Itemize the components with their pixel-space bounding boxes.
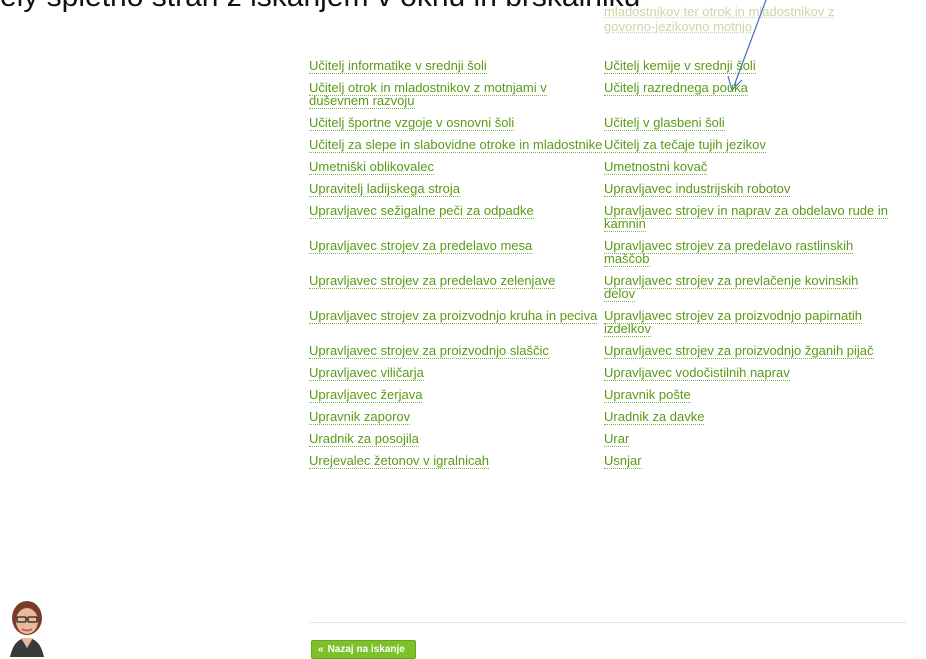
list-item: Upravljavec strojev za predelavo mesa	[309, 238, 604, 254]
occupation-link[interactable]: Usnjar	[604, 453, 642, 469]
list-item: Upravnik pošte	[604, 387, 889, 403]
table-row: Učitelj športne vzgoje v osnovni šoli Uči…	[309, 115, 909, 131]
table-row: Urejevalec žetonov v igralnicah Usnjar	[309, 453, 909, 469]
occupation-link[interactable]: Upravljavec vodočistilnih naprav	[604, 365, 790, 381]
table-row: Upravljavec strojev za predelavo mesa Upr…	[309, 238, 909, 267]
list-item: Urar	[604, 431, 889, 447]
occupation-link[interactable]: Urar	[604, 431, 630, 447]
list-item: Upravljavec strojev za predelavo zelenja…	[309, 273, 604, 289]
occupation-link[interactable]: Upravitelj ladijskega stroja	[309, 181, 461, 197]
table-row: Upravljavec viličarja Upravljavec vodočis…	[309, 365, 909, 381]
table-row: Upravitelj ladijskega stroja Upravljavec …	[309, 181, 909, 197]
occupation-list: Učitelj informatike v srednji šoli Učitel…	[309, 58, 909, 476]
list-item: Učitelj informatike v srednji šoli	[309, 58, 604, 74]
table-row: Uradnik za posojila Urar	[309, 431, 909, 447]
list-item: Umetnostni kovač	[604, 159, 889, 175]
occupation-link[interactable]: Učitelj otrok in mladostnikov z motnjami…	[309, 80, 547, 109]
double-chevron-left-icon: «	[318, 644, 324, 655]
occupation-link[interactable]: Umetniški oblikovalec	[309, 159, 434, 175]
list-item: Učitelj za slepe in slabovidne otroke in…	[309, 137, 604, 153]
list-item: Upravljavec strojev in naprav za obdelav…	[604, 203, 889, 232]
list-item: Učitelj razrednega pouka	[604, 80, 889, 96]
list-item: Upravljavec strojev za predelavo rastlin…	[604, 238, 889, 267]
list-item: Učitelj otrok in mladostnikov z motnjami…	[309, 80, 604, 109]
table-row: Upravljavec strojev za predelavo zelenja…	[309, 273, 909, 302]
occupation-link[interactable]: Upravljavec žerjava	[309, 387, 423, 403]
table-row: Učitelj za slepe in slabovidne otroke in…	[309, 137, 909, 153]
list-item: Upravitelj ladijskega stroja	[309, 181, 604, 197]
table-row: Učitelj otrok in mladostnikov z motnjami…	[309, 80, 909, 109]
list-item: Urejevalec žetonov v igralnicah	[309, 453, 604, 469]
list-item: Upravljavec žerjava	[309, 387, 604, 403]
occupation-link[interactable]: Upravljavec strojev za prevlačenje kovin…	[604, 273, 859, 302]
list-item: Učitelj v glasbeni šoli	[604, 115, 889, 131]
occupation-link[interactable]: Upravljavec strojev za predelavo zelenja…	[309, 273, 556, 289]
table-row: Umetniški oblikovalec Umetnostni kovač	[309, 159, 909, 175]
list-item: Upravljavec strojev za proizvodnjo žgani…	[604, 343, 889, 359]
table-row: Upravljavec sežigalne peči za odpadke Upr…	[309, 203, 909, 232]
occupation-link[interactable]: Upravljavec strojev za proizvodnjo kruha…	[309, 308, 598, 324]
list-item: Upravnik zaporov	[309, 409, 604, 425]
list-item: Upravljavec strojev za proizvodnjo kruha…	[309, 308, 604, 324]
list-item: Učitelj kemije v srednji šoli	[604, 58, 889, 74]
occupation-link[interactable]: Upravljavec strojev za proizvodnjo žgani…	[604, 343, 874, 359]
occupation-link[interactable]: Učitelj v glasbeni šoli	[604, 115, 725, 131]
occupation-link[interactable]: Umetnostni kovač	[604, 159, 708, 175]
table-row: Upravnik zaporov Uradnik za davke	[309, 409, 909, 425]
occupation-link[interactable]: Upravljavec strojev za predelavo mesa	[309, 238, 533, 254]
occupation-link[interactable]: Upravljavec sežigalne peči za odpadke	[309, 203, 534, 219]
occupation-link[interactable]: Učitelj za tečaje tujih jezikov	[604, 137, 766, 153]
occupation-link[interactable]: Upravljavec strojev in naprav za obdelav…	[604, 203, 888, 232]
list-item: Upravljavec viličarja	[309, 365, 604, 381]
table-row: Upravljavec strojev za proizvodnjo kruha…	[309, 308, 909, 337]
occupation-link[interactable]: Uradnik za posojila	[309, 431, 419, 447]
occupation-link[interactable]: Uradnik za davke	[604, 409, 705, 425]
list-item: Upravljavec strojev za prevlačenje kovin…	[604, 273, 889, 302]
table-row: Upravljavec strojev za proizvodnjo slašč…	[309, 343, 909, 359]
list-item: Upravljavec strojev za proizvodnjo papir…	[604, 308, 889, 337]
back-to-search-button[interactable]: « Nazaj na iskanje	[311, 640, 416, 659]
occupation-link[interactable]: Upravljavec strojev za proizvodnjo slašč…	[309, 343, 549, 359]
list-item: Upravljavec sežigalne peči za odpadke	[309, 203, 604, 219]
occupation-link[interactable]: Upravljavec strojev za proizvodnjo papir…	[604, 308, 862, 337]
divider	[309, 622, 906, 623]
occupation-link[interactable]: Urejevalec žetonov v igralnicah	[309, 453, 489, 469]
list-item: Uradnik za davke	[604, 409, 889, 425]
occupation-link[interactable]: Učitelj športne vzgoje v osnovni šoli	[309, 115, 515, 131]
occupation-link[interactable]: Upravnik pošte	[604, 387, 691, 403]
back-button-label: Nazaj na iskanje	[327, 644, 405, 655]
occupation-link[interactable]: Upravnik zaporov	[309, 409, 411, 425]
occupation-link[interactable]: Učitelj informatike v srednji šoli	[309, 58, 487, 74]
list-item: Umetniški oblikovalec	[309, 159, 604, 175]
list-item: Upravljavec strojev za proizvodnjo slašč…	[309, 343, 604, 359]
occupation-link[interactable]: Učitelj razrednega pouka	[604, 80, 748, 96]
occupation-link[interactable]: Učitelj kemije v srednji šoli	[604, 58, 756, 74]
list-item: Upravljavec vodočistilnih naprav	[604, 365, 889, 381]
occupation-link[interactable]: Upravljavec industrijskih robotov	[604, 181, 791, 197]
table-row: Upravljavec žerjava Upravnik pošte	[309, 387, 909, 403]
occupation-link[interactable]: Upravljavec viličarja	[309, 365, 424, 381]
list-item: Upravljavec industrijskih robotov	[604, 181, 889, 197]
table-row: Učitelj informatike v srednji šoli Učitel…	[309, 58, 909, 74]
list-item: Učitelj za tečaje tujih jezikov	[604, 137, 889, 153]
occupation-link[interactable]: Upravljavec strojev za predelavo rastlin…	[604, 238, 854, 267]
avatar	[10, 601, 44, 657]
occupation-link[interactable]: Učitelj za slepe in slabovidne otroke in…	[309, 137, 603, 153]
list-item: Uradnik za posojila	[309, 431, 604, 447]
list-item: Učitelj športne vzgoje v osnovni šoli	[309, 115, 604, 131]
list-item: Usnjar	[604, 453, 889, 469]
